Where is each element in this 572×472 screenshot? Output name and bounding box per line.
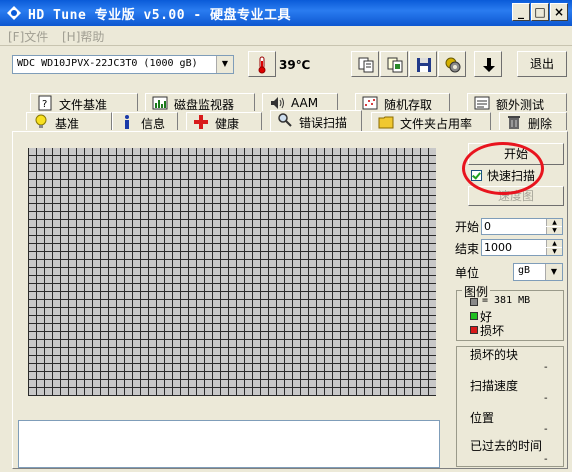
scan-log-box[interactable] (18, 420, 440, 468)
tab-label: 信息 (141, 117, 166, 131)
maximize-button[interactable]: □ (531, 3, 549, 21)
menu-help[interactable]: [H]帮助 (62, 28, 104, 45)
chevron-down-icon[interactable]: ▼ (216, 56, 233, 73)
unit-label: 单位 (455, 266, 480, 280)
floppy-disk-icon (417, 58, 431, 72)
stat-elapsed-time-value: - (544, 454, 548, 465)
stat-damaged-blocks-value: - (544, 362, 548, 373)
stat-scan-speed-value: - (544, 393, 548, 404)
end-label: 结束 (455, 242, 480, 256)
start-label: 开始 (455, 220, 480, 234)
tab-label: 文件夹占用率 (400, 117, 473, 131)
drive-select-value: WDC WD10JPVX-22JC3T0 (1000 gB) (17, 58, 198, 69)
folder-icon (378, 116, 394, 129)
temperature-button[interactable] (248, 51, 276, 77)
tab-label: 磁盘监视器 (174, 98, 235, 112)
options-icon (445, 57, 461, 73)
tab-label: 错误扫描 (299, 116, 348, 130)
tab-label: 额外测试 (496, 98, 545, 112)
tab-info[interactable]: 信息 (112, 112, 178, 131)
stat-position-label: 位置 (470, 411, 495, 425)
save-button[interactable] (409, 51, 437, 77)
tab-label: 文件基准 (59, 98, 108, 112)
magnifier-icon (278, 113, 292, 127)
tab-label: 随机存取 (384, 98, 433, 112)
speaker-icon (271, 97, 284, 109)
tab-label: 健康 (215, 117, 240, 131)
unit-select-value: gB (518, 265, 531, 276)
spin-down-icon[interactable]: ▼ (546, 248, 562, 255)
options-button[interactable] (438, 51, 466, 77)
stat-elapsed-time-label: 已过去的时间 (470, 439, 543, 453)
svg-text:?: ? (42, 99, 47, 110)
tab-random-access[interactable]: 随机存取 (355, 93, 450, 112)
legend-good-swatch (470, 312, 478, 320)
trash-icon (508, 116, 520, 129)
info-icon (125, 115, 129, 129)
close-button[interactable]: × (550, 3, 568, 21)
menu-bar: [F]文件 [H]帮助 (0, 26, 572, 46)
health-cross-icon (194, 115, 208, 129)
end-input[interactable]: 1000 ▲ ▼ (481, 239, 563, 256)
arrow-down-icon (483, 58, 495, 72)
stat-position-value: - (544, 424, 548, 435)
tab-error-scan[interactable]: 错误扫描 (270, 110, 362, 132)
thermometer-icon (258, 56, 266, 74)
menu-file[interactable]: [F]文件 (8, 28, 48, 45)
extra-tests-icon (474, 96, 490, 110)
window-title: HD Tune 专业版 v5.00 - 硬盘专业工具 (28, 8, 292, 23)
tab-disk-monitor[interactable]: 磁盘监视器 (145, 93, 255, 112)
highlight-annotation (462, 142, 544, 195)
disk-monitor-icon (152, 96, 168, 110)
scan-block-map (28, 148, 436, 396)
app-icon (7, 6, 21, 20)
legend-bad-label: 损坏 (480, 324, 505, 338)
tab-benchmark[interactable]: 基准 (26, 112, 112, 131)
tab-label: 基准 (55, 117, 80, 131)
download-button[interactable] (474, 51, 502, 77)
stat-damaged-blocks-label: 损坏的块 (470, 348, 519, 362)
tab-aam[interactable]: AAM (262, 93, 338, 111)
copy-icon (358, 57, 374, 73)
tab-erase[interactable]: 删除 (499, 112, 567, 131)
tab-folder-usage[interactable]: 文件夹占用率 (371, 112, 491, 131)
stat-scan-speed-label: 扫描速度 (470, 379, 519, 393)
end-input-value: 1000 (484, 241, 512, 254)
exit-button[interactable]: 退出 (517, 51, 567, 77)
copy-all-button[interactable] (380, 51, 408, 77)
spin-down-icon[interactable]: ▼ (546, 227, 562, 234)
tab-file-benchmark[interactable]: ? 文件基准 (30, 93, 138, 112)
legend-bad-swatch (470, 326, 478, 334)
file-benchmark-icon: ? (38, 95, 52, 111)
tab-health[interactable]: 健康 (186, 112, 262, 131)
start-input[interactable]: 0 ▲ ▼ (481, 218, 563, 235)
tab-label: AAM (291, 96, 319, 110)
spin-up-icon[interactable]: ▲ (546, 219, 562, 226)
copy-all-icon (387, 57, 403, 73)
tab-label: 删除 (528, 117, 553, 131)
minimize-button[interactable]: _ (512, 3, 530, 21)
tab-extra-tests[interactable]: 额外测试 (467, 93, 567, 112)
drive-select[interactable]: WDC WD10JPVX-22JC3T0 (1000 gB) ▼ (12, 55, 234, 74)
lightbulb-icon (35, 114, 47, 128)
copy-button[interactable] (351, 51, 379, 77)
temperature-readout: 39℃ (279, 58, 311, 72)
spin-up-icon[interactable]: ▲ (546, 240, 562, 247)
title-bar[interactable]: HD Tune 专业版 v5.00 - 硬盘专业工具 _ □ × (0, 0, 572, 26)
start-input-value: 0 (484, 220, 491, 233)
chevron-down-icon[interactable]: ▼ (545, 264, 562, 280)
random-access-icon (362, 96, 378, 110)
legend-block-swatch (470, 298, 478, 306)
legend-block-size: = 381 MB (482, 295, 531, 306)
unit-select[interactable]: gB ▼ (513, 263, 563, 281)
toolbar: WDC WD10JPVX-22JC3T0 (1000 gB) ▼ 39℃ 退出 (0, 46, 572, 86)
